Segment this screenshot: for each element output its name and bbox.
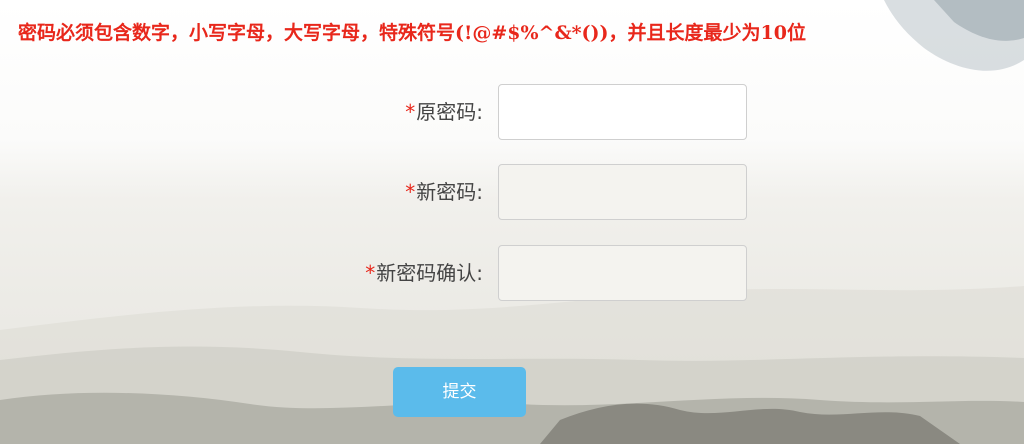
confirm-password-row: *新密码确认: (0, 245, 1024, 301)
old-password-row: *原密码: (0, 84, 1024, 140)
old-password-label-text: 原密码: (416, 100, 483, 124)
old-password-input[interactable] (498, 84, 747, 140)
new-password-label: *新密码: (405, 164, 483, 220)
new-password-label-text: 新密码: (416, 180, 483, 204)
required-mark: * (405, 180, 416, 204)
new-password-input[interactable] (498, 164, 747, 220)
submit-button[interactable]: 提交 (393, 367, 526, 417)
required-mark: * (405, 100, 416, 124)
confirm-password-label: *新密码确认: (365, 245, 483, 301)
confirm-password-label-text: 新密码确认: (376, 261, 483, 285)
password-requirement-notice: 密码必须包含数字，小写字母，大写字母，特殊符号(!@#$%^&*())，并且长度… (18, 22, 806, 44)
old-password-label: *原密码: (405, 84, 483, 140)
confirm-password-input[interactable] (498, 245, 747, 301)
required-mark: * (365, 261, 376, 285)
new-password-row: *新密码: (0, 164, 1024, 220)
password-change-page: 密码必须包含数字，小写字母，大写字母，特殊符号(!@#$%^&*())，并且长度… (0, 0, 1024, 444)
